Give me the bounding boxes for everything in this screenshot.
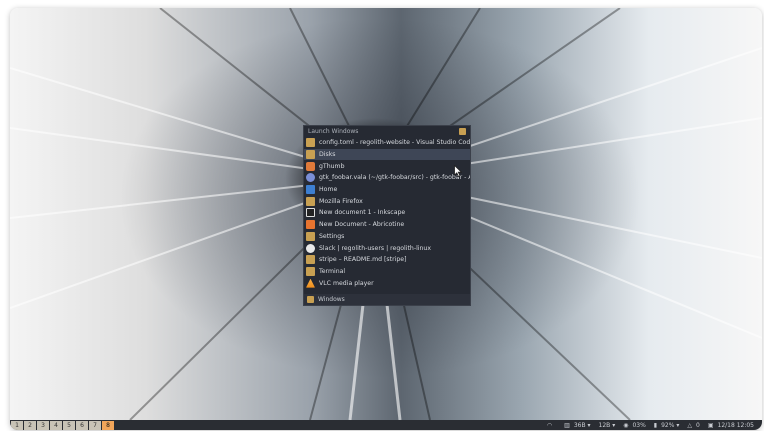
wifi-icon: ◠ [546, 421, 553, 429]
wifi-indicator[interactable]: ◠ [547, 422, 556, 429]
notification-count: 0 [696, 421, 700, 429]
launcher-header: Launch Windows [304, 126, 470, 137]
anjuta-icon [306, 173, 315, 183]
workspace-button-5[interactable]: 5 [63, 420, 75, 430]
list-item-label: Home [319, 186, 338, 194]
mouse-cursor-icon [454, 165, 462, 177]
list-item-label: stripe – README.md [stripe] [319, 256, 407, 264]
cpu-value: 03% [632, 421, 646, 429]
list-item-label: New document 1 - Inkscape [319, 209, 406, 217]
battery-value: 92% [661, 421, 675, 429]
list-item-label: Slack | regolith-users | regolith-linux [319, 244, 432, 252]
launcher-title: Launch Windows [308, 128, 359, 135]
vlc-icon [306, 278, 315, 288]
inkscape-icon [306, 208, 315, 218]
launch-windows-dialog: Launch Windows config.toml - regolith-we… [303, 125, 471, 306]
notification-indicator[interactable]: △ 0 [687, 422, 699, 429]
memory-icon: ▥ [564, 421, 570, 429]
disk-value: 12B [598, 421, 611, 429]
desktop-frame: Launch Windows config.toml - regolith-we… [10, 8, 762, 430]
list-item-abricotine[interactable]: New Document - Abricotine [304, 219, 470, 231]
slack-icon [306, 243, 315, 253]
cpu-icon: ◉ [623, 421, 629, 429]
list-item-vlc[interactable]: VLC media player [304, 277, 470, 289]
list-item-vscode[interactable]: config.toml - regolith-website - Visual … [304, 137, 470, 149]
list-item-label: gThumb [319, 162, 345, 170]
workspace-button-3[interactable]: 3 [37, 420, 49, 430]
disk-indicator[interactable]: 12B ▾ [599, 422, 616, 429]
list-item-firefox[interactable]: Mozilla Firefox [304, 195, 470, 207]
workspace-button-1[interactable]: 1 [11, 420, 23, 430]
regolith-icon [307, 296, 314, 303]
folder-icon [306, 185, 315, 195]
list-item-label: Terminal [319, 267, 346, 275]
list-item-terminal[interactable]: Terminal [304, 266, 470, 278]
workspace-button-2[interactable]: 2 [24, 420, 36, 430]
taskbar: 1 2 3 4 5 6 7 8 ◠ ▥ 36B ▾ 12B ▾ ◉ 03% ▮ 92%… [10, 420, 762, 430]
battery-icon: ▮ [653, 421, 658, 429]
list-item-label: New Document - Abricotine [319, 221, 405, 229]
clock-value: 12/18 12:05 [717, 421, 755, 429]
launcher-footer: Windows [304, 294, 470, 305]
list-item-label: Mozilla Firefox [319, 197, 363, 205]
regolith-icon [306, 266, 315, 276]
list-item-label: Disks [319, 151, 336, 159]
regolith-icon [306, 150, 315, 160]
status-area: ◠ ▥ 36B ▾ 12B ▾ ◉ 03% ▮ 92% ▾ △ 0 ▣ 12/18 12:… [547, 420, 762, 430]
workspace-button-4[interactable]: 4 [50, 420, 62, 430]
abricotine-icon [306, 220, 315, 230]
workspace-button-8[interactable]: 8 [102, 420, 114, 430]
list-item-label: VLC media player [319, 279, 374, 287]
memory-value: 36B [573, 421, 586, 429]
list-item-stripe[interactable]: stripe – README.md [stripe] [304, 254, 470, 266]
gthumb-icon [306, 161, 315, 171]
regolith-icon [306, 255, 315, 265]
battery-indicator[interactable]: ▮ 92% ▾ [654, 422, 680, 429]
list-item-label: config.toml - regolith-website - Visual … [319, 139, 470, 147]
clock[interactable]: ▣ 12/18 12:05 [708, 422, 754, 429]
footer-label: Windows [318, 296, 345, 303]
workspace-button-6[interactable]: 6 [76, 420, 88, 430]
list-item-anjuta[interactable]: gtk_foobar.vala (~/gtk-foobar/src) - gtk… [304, 172, 470, 184]
list-item-label: gtk_foobar.vala (~/gtk-foobar/src) - gtk… [319, 174, 470, 182]
calendar-icon: ▣ [707, 421, 714, 429]
regolith-icon [306, 196, 315, 206]
workspace-button-7[interactable]: 7 [89, 420, 101, 430]
regolith-icon [306, 231, 315, 241]
cpu-indicator[interactable]: ◉ 03% [623, 422, 646, 429]
regolith-icon [459, 128, 466, 135]
bell-icon: △ [687, 421, 692, 429]
list-item-disks[interactable]: Disks [304, 148, 470, 161]
list-item-settings[interactable]: Settings [304, 231, 470, 243]
list-item-home[interactable]: Home [304, 184, 470, 196]
regolith-icon [306, 138, 315, 148]
list-item-gthumb[interactable]: gThumb [304, 160, 470, 172]
list-item-label: Settings [319, 232, 345, 240]
memory-indicator[interactable]: ▥ 36B ▾ [564, 422, 590, 429]
list-item-inkscape[interactable]: New document 1 - Inkscape [304, 207, 470, 219]
list-item-slack[interactable]: Slack | regolith-users | regolith-linux [304, 242, 470, 254]
